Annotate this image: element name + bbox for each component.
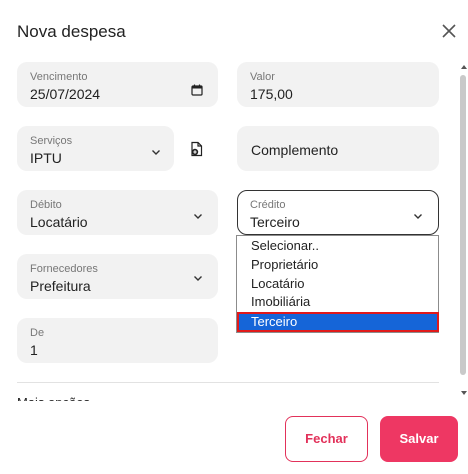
scroll-up-icon[interactable] bbox=[461, 65, 467, 69]
chevron-down-icon bbox=[193, 208, 203, 219]
chevron-down-icon bbox=[413, 208, 423, 219]
vencimento-field[interactable]: Vencimento 25/07/2024 bbox=[17, 62, 218, 107]
close-button[interactable]: Fechar bbox=[285, 416, 368, 462]
chevron-down-icon bbox=[151, 144, 161, 155]
fornecedores-value: Prefeitura bbox=[30, 278, 91, 294]
scrollbar-thumb[interactable] bbox=[460, 75, 466, 375]
valor-label: Valor bbox=[250, 71, 275, 83]
vencimento-value: 25/07/2024 bbox=[30, 86, 101, 102]
dropdown-option[interactable]: Imobiliária bbox=[238, 293, 438, 311]
de-field[interactable]: De 1 bbox=[17, 318, 218, 363]
scroll-down-icon[interactable] bbox=[461, 391, 467, 395]
vencimento-label: Vencimento bbox=[30, 71, 88, 83]
debito-label: Débito bbox=[30, 199, 62, 211]
section-divider bbox=[17, 382, 439, 383]
scrollbar[interactable] bbox=[458, 60, 468, 400]
save-button[interactable]: Salvar bbox=[380, 416, 458, 462]
servicos-value: IPTU bbox=[30, 150, 62, 166]
close-icon[interactable] bbox=[440, 22, 458, 40]
servicos-label: Serviços bbox=[30, 135, 73, 147]
debito-value: Locatário bbox=[30, 214, 88, 230]
de-label: De bbox=[30, 327, 45, 339]
credito-select[interactable]: Crédito Terceiro bbox=[237, 190, 439, 235]
chevron-down-icon bbox=[193, 270, 203, 281]
add-document-icon[interactable] bbox=[189, 141, 205, 157]
dropdown-option[interactable]: Selecionar.. bbox=[238, 237, 438, 255]
dropdown-option-selected[interactable]: Terceiro bbox=[237, 312, 439, 332]
credito-value: Terceiro bbox=[250, 214, 300, 230]
fornecedores-label: Fornecedores bbox=[30, 263, 98, 275]
debito-select[interactable]: Débito Locatário bbox=[17, 190, 218, 235]
servicos-select[interactable]: Serviços IPTU bbox=[17, 126, 174, 171]
credito-label: Crédito bbox=[250, 199, 286, 211]
complemento-placeholder: Complemento bbox=[251, 142, 339, 158]
de-value: 1 bbox=[30, 342, 38, 358]
dropdown-option[interactable]: Locatário bbox=[238, 275, 438, 293]
valor-field[interactable]: Valor 175,00 bbox=[237, 62, 439, 107]
new-expense-dialog: Nova despesa Vencimento 25/07/2024 Valor… bbox=[0, 0, 468, 474]
dropdown-option[interactable]: Proprietário bbox=[238, 256, 438, 274]
calendar-icon[interactable] bbox=[191, 83, 203, 96]
fornecedores-select[interactable]: Fornecedores Prefeitura bbox=[17, 254, 218, 299]
dialog-title: Nova despesa bbox=[17, 22, 126, 41]
valor-value: 175,00 bbox=[250, 86, 293, 102]
credito-dropdown-list: Selecionar.. Proprietário Locatário Imob… bbox=[236, 235, 439, 333]
clipped-section-label: Mais opções bbox=[17, 395, 90, 401]
complemento-field[interactable]: Complemento bbox=[237, 126, 439, 171]
